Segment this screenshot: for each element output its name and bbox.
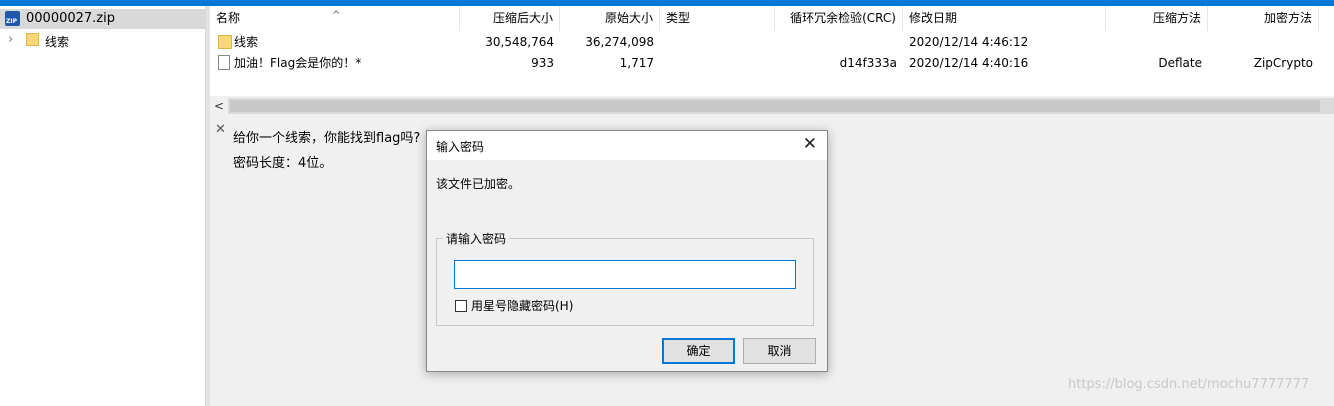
row-name: 线索 (234, 35, 259, 49)
zip-icon: ZIP (5, 11, 20, 26)
chevron-right-icon[interactable]: › (8, 32, 13, 47)
row-crc: d14f333a (839, 56, 897, 70)
column-header-modified[interactable]: 修改日期 (903, 6, 1106, 31)
password-input[interactable] (454, 260, 796, 289)
close-comment-icon[interactable]: ✕ (215, 122, 226, 137)
password-group-box: 请输入密码 用星号隐藏密码(H) (436, 230, 814, 326)
archive-tree-panel: ZIP 00000027.zip › 线索 (0, 6, 206, 406)
dialog-title-bar[interactable]: 输入密码 ✕ (427, 131, 827, 160)
mask-password-label[interactable]: 用星号隐藏密码(H) (471, 297, 573, 314)
row-size: 1,717 (619, 56, 654, 70)
list-row-file[interactable]: 加油！Flag会是你的！* 933 1,717 d14f333a 2020/12… (210, 53, 1334, 74)
column-header-encryption[interactable]: 加密方法 (1208, 6, 1319, 31)
password-dialog: 输入密码 ✕ 该文件已加密。 请输入密码 用星号隐藏密码(H) 确定 取消 (426, 130, 828, 372)
column-header-row: 名称 ^ 压缩后大小 原始大小 类型 循环冗余检验(CRC) 修改日期 压缩方法… (210, 6, 1334, 31)
column-header-type[interactable]: 类型 (660, 6, 775, 31)
row-encryption (1208, 32, 1319, 53)
row-modified: 2020/12/14 4:40:16 (909, 56, 1029, 70)
group-label: 请输入密码 (443, 230, 510, 247)
row-method (1106, 32, 1208, 53)
column-header-packed-size[interactable]: 压缩后大小 (460, 6, 560, 31)
watermark-text: https://blog.csdn.net/mochu7777777 (1068, 377, 1310, 392)
scrollbar-thumb[interactable] (230, 100, 1320, 112)
dialog-message: 该文件已加密。 (436, 177, 521, 191)
list-row-folder[interactable]: 线索 30,548,764 36,274,098 2020/12/14 4:46… (210, 32, 1334, 53)
row-type (660, 32, 775, 53)
row-size: 36,274,098 (585, 35, 654, 49)
column-header-name[interactable]: 名称 ^ (210, 6, 460, 31)
row-encryption: ZipCrypto (1253, 56, 1313, 70)
tree-item-clue-folder[interactable]: › 线索 (0, 31, 205, 51)
scroll-left-icon[interactable]: < (210, 98, 228, 114)
row-packed-size: 30,548,764 (485, 35, 554, 49)
ok-button[interactable]: 确定 (662, 338, 735, 364)
folder-icon (26, 33, 39, 46)
column-header-crc[interactable]: 循环冗余检验(CRC) (775, 6, 903, 31)
row-type (660, 53, 775, 74)
tree-item-archive-root[interactable]: ZIP 00000027.zip (0, 9, 205, 29)
cancel-button[interactable]: 取消 (743, 338, 816, 364)
column-header-method[interactable]: 压缩方法 (1106, 6, 1208, 31)
comment-line: 给你一个线索，你能找到flag吗? (233, 131, 421, 146)
row-name: 加油！Flag会是你的！* (234, 56, 362, 70)
tree-root-label: 00000027.zip (26, 11, 115, 26)
dialog-title: 输入密码 (436, 140, 485, 154)
sort-ascending-icon: ^ (332, 10, 341, 21)
tree-item-label: 线索 (45, 35, 70, 49)
horizontal-scrollbar[interactable]: < (210, 98, 1334, 114)
file-list: 名称 ^ 压缩后大小 原始大小 类型 循环冗余检验(CRC) 修改日期 压缩方法… (210, 6, 1334, 96)
mask-password-checkbox[interactable] (455, 300, 467, 312)
close-icon[interactable]: ✕ (803, 134, 817, 154)
comment-line: 密码长度：4位。 (233, 156, 333, 171)
row-packed-size: 933 (531, 56, 554, 70)
row-crc (775, 32, 903, 53)
row-modified: 2020/12/14 4:46:12 (909, 35, 1029, 49)
column-header-size[interactable]: 原始大小 (560, 6, 660, 31)
row-method: Deflate (1158, 56, 1202, 70)
